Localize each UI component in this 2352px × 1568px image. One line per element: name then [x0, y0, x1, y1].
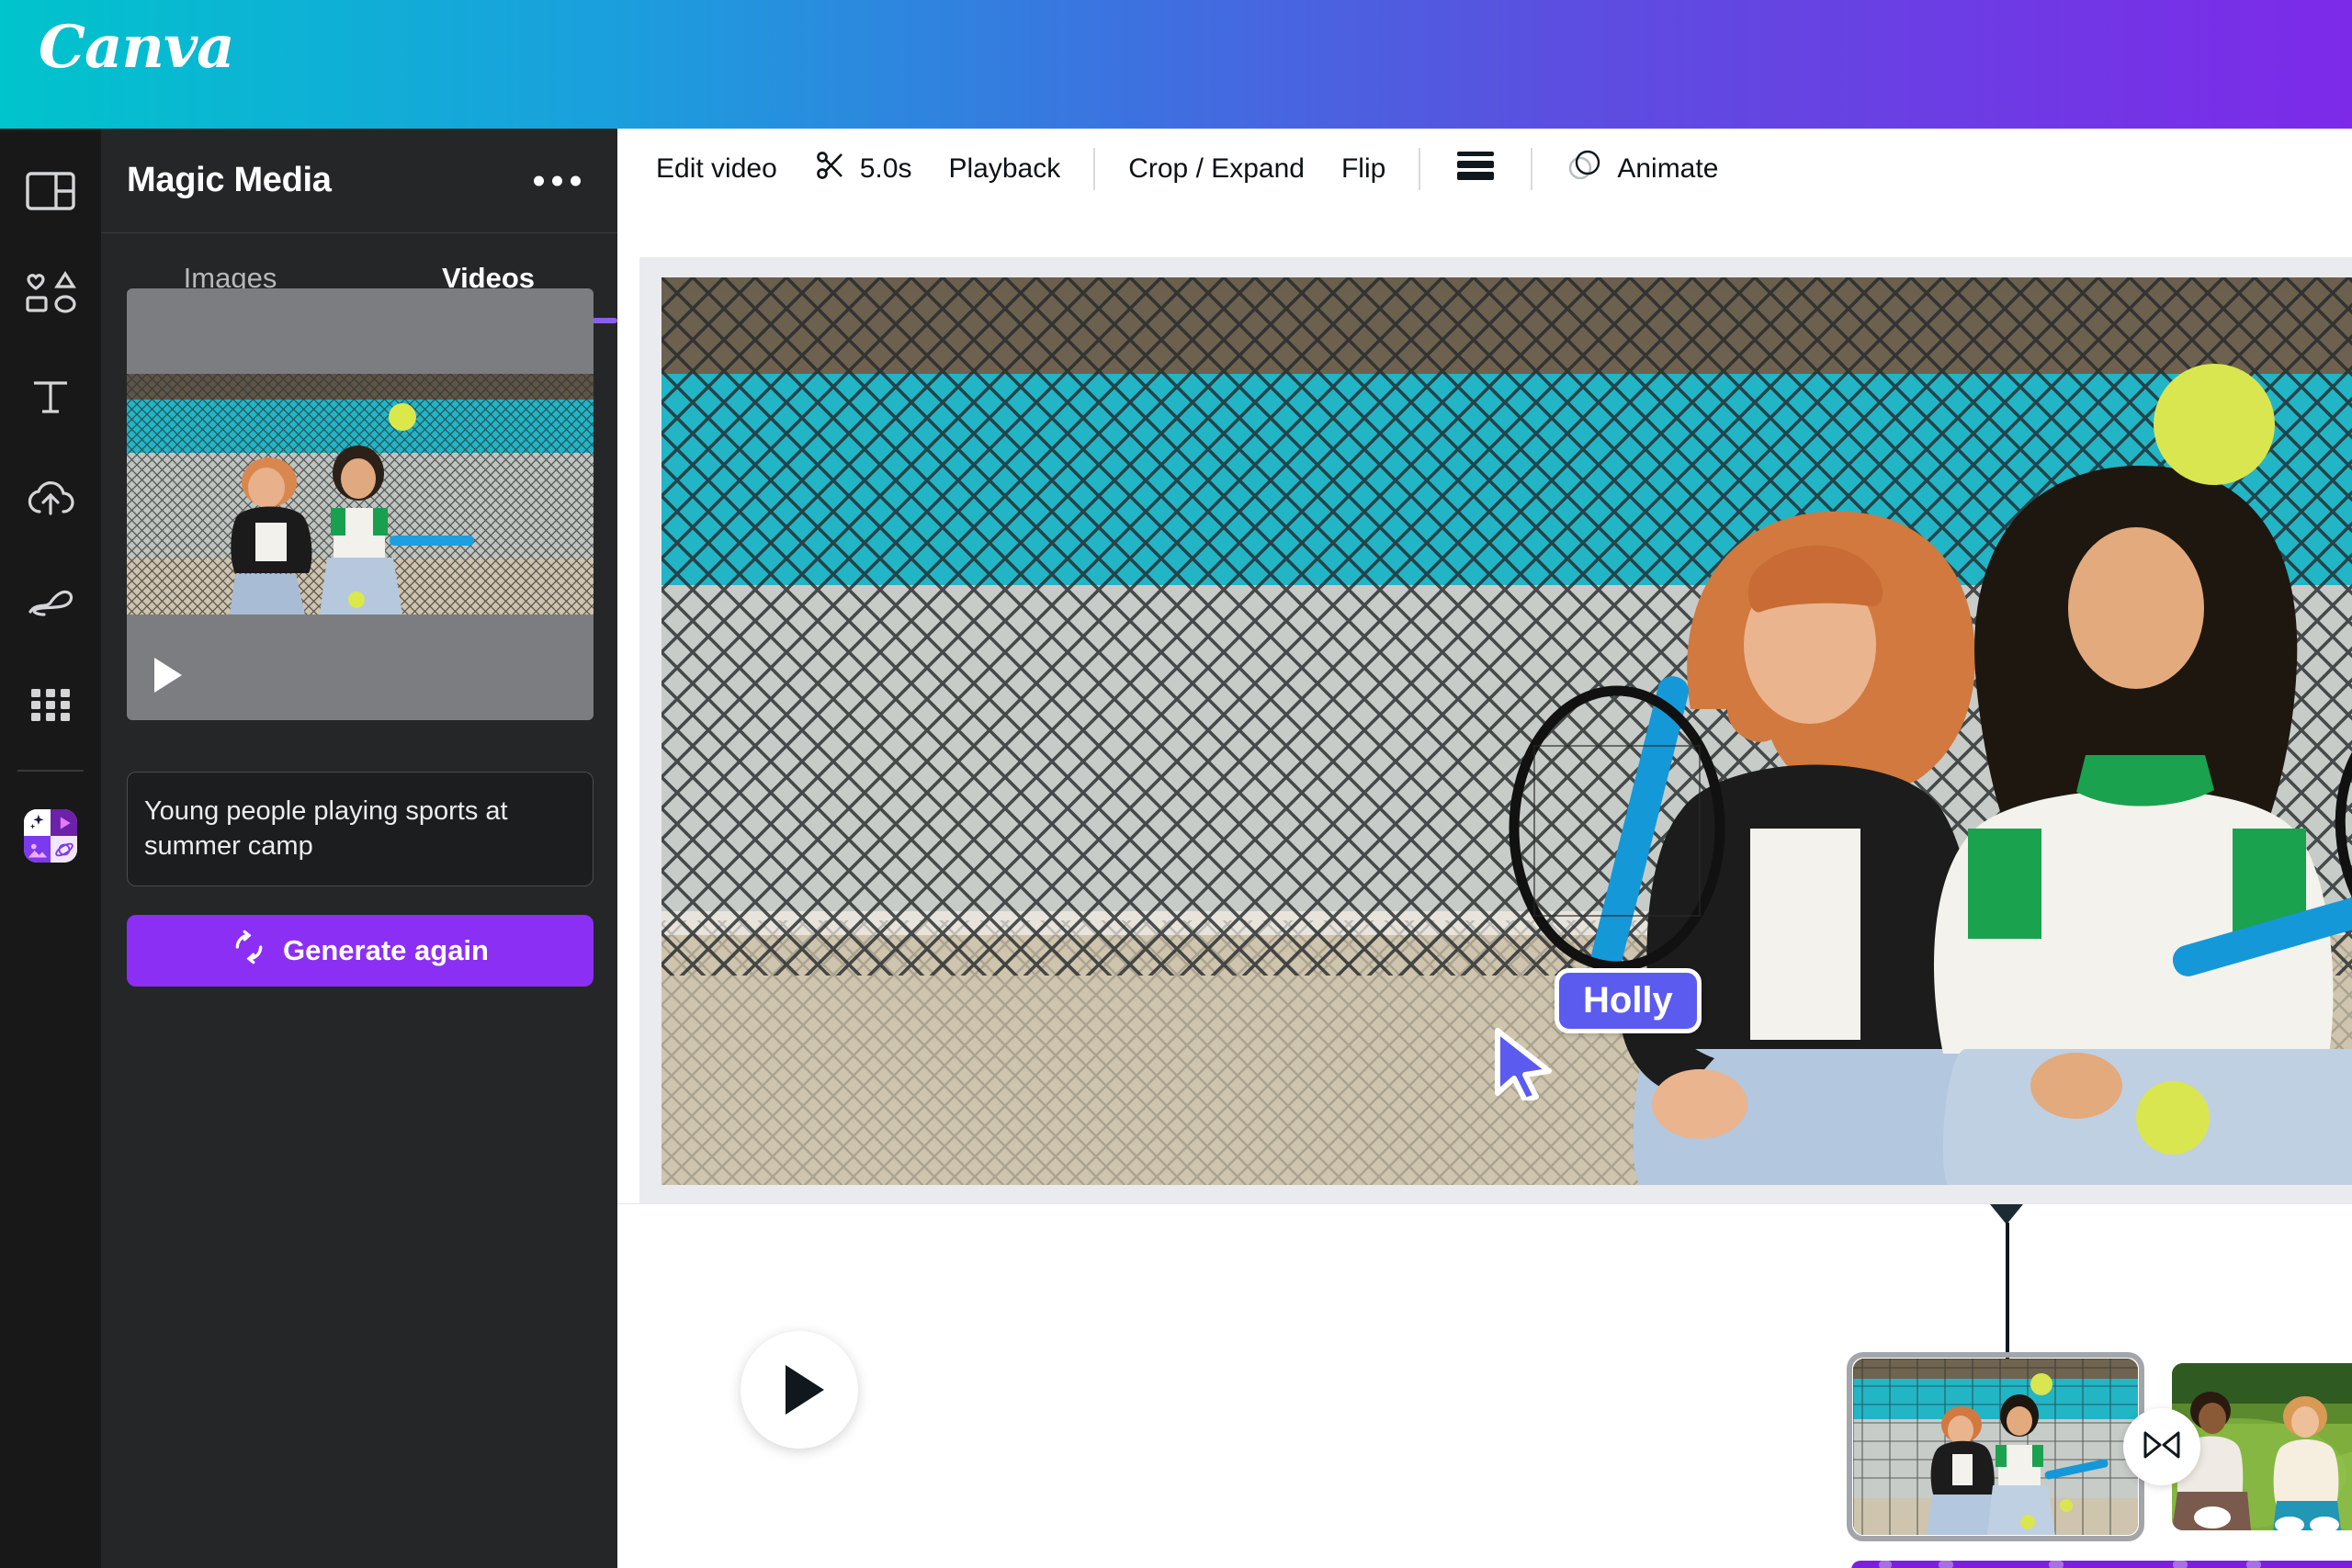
transition-icon — [2142, 1429, 2182, 1465]
prompt-input[interactable] — [127, 772, 594, 886]
tennis-ball — [2136, 1081, 2210, 1155]
playback-label: Playback — [948, 153, 1061, 184]
canva-logo[interactable]: Canva — [39, 13, 235, 82]
preview-play-button[interactable] — [154, 658, 182, 693]
play-icon — [786, 1365, 824, 1415]
elements-icon — [24, 270, 77, 318]
apps-icon — [29, 687, 72, 724]
rail-divider — [17, 770, 84, 772]
playhead-handle[interactable] — [1990, 1204, 2023, 1224]
transition-button[interactable] — [2123, 1408, 2200, 1485]
sidebar-item-elements[interactable] — [0, 243, 101, 345]
flip-button[interactable]: Flip — [1325, 141, 1402, 197]
sidebar-item-magic-media[interactable] — [0, 784, 101, 887]
brand-header: Canva — [0, 0, 2352, 129]
duration-label: 5.0s — [859, 153, 912, 184]
design-icon — [26, 170, 75, 212]
canva-editor-window: Canva Magic Media Images Videos Young pe… — [0, 0, 2352, 1568]
generate-again-button[interactable]: Generate again — [127, 915, 594, 987]
animate-label: Animate — [1617, 153, 1719, 184]
magic-media-icon — [24, 809, 77, 863]
toolbar-divider — [1093, 148, 1096, 190]
timeline-bar — [617, 1203, 2352, 1568]
sidebar-item-apps[interactable] — [0, 654, 101, 757]
flip-label: Flip — [1340, 153, 1386, 184]
audio-track[interactable] — [1851, 1561, 2352, 1568]
generate-again-label: Generate again — [283, 934, 489, 966]
edit-video-label: Edit video — [656, 153, 777, 184]
waveform-icon — [1879, 1561, 2261, 1568]
sidebar-item-uploads[interactable] — [0, 448, 101, 551]
page-title: Magic Media — [127, 161, 332, 199]
scissors-icon — [814, 149, 847, 189]
canvas-stage: Holly — [617, 209, 2352, 1203]
collaborator-cursor-icon — [1488, 1027, 1558, 1105]
toolbar-divider — [1531, 148, 1533, 190]
animate-button[interactable]: Animate — [1549, 141, 1735, 197]
sidebar-item-draw[interactable] — [0, 551, 101, 654]
edit-video-button[interactable]: Edit video — [639, 141, 794, 197]
crop-expand-button[interactable]: Crop / Expand — [1112, 141, 1321, 197]
crop-expand-label: Crop / Expand — [1128, 153, 1305, 184]
preview-thumbnail — [127, 374, 594, 615]
timeline-clip-tennis[interactable] — [1853, 1359, 2138, 1535]
position-icon — [1453, 150, 1498, 188]
regenerate-icon — [232, 930, 266, 972]
dot-icon — [534, 175, 544, 186]
more-options-button[interactable] — [525, 166, 590, 195]
magic-media-panel: Magic Media Images Videos Text to Video — [101, 129, 617, 1568]
left-icon-rail — [0, 129, 101, 1568]
toolbar-divider — [1419, 148, 1421, 190]
playback-button[interactable]: Playback — [932, 141, 1077, 197]
sidebar-item-design[interactable] — [0, 140, 101, 243]
text-icon — [28, 375, 73, 419]
panel-header: Magic Media — [101, 129, 617, 233]
editor-toolbar: Edit video 5.0s Playback Crop / Expand F… — [617, 129, 2352, 209]
collaborator-name: Holly — [1583, 980, 1673, 1021]
animate-icon — [1566, 147, 1604, 191]
uploads-icon — [25, 479, 76, 521]
dot-icon — [552, 175, 562, 186]
tennis-ball — [2154, 364, 2275, 485]
draw-icon — [25, 584, 76, 621]
sidebar-item-text[interactable] — [0, 345, 101, 448]
timeline-play-button[interactable] — [741, 1331, 858, 1449]
trim-duration-button[interactable]: 5.0s — [797, 141, 929, 197]
dot-icon — [571, 175, 581, 186]
collaborator-name-badge: Holly — [1555, 968, 1702, 1033]
position-button[interactable] — [1437, 141, 1514, 197]
generated-video-preview[interactable] — [127, 288, 594, 720]
